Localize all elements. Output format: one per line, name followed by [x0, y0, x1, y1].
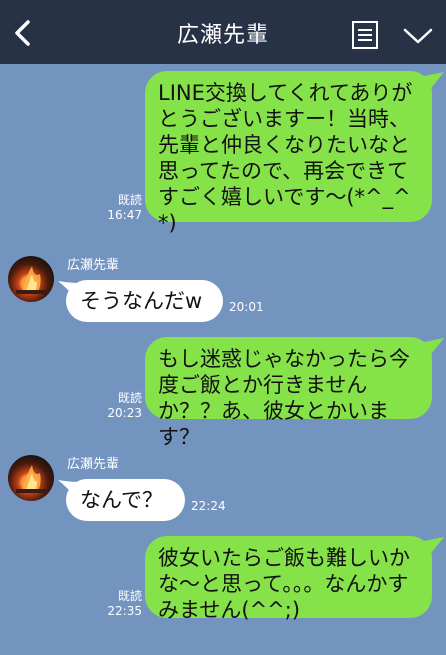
message-time: 16:47 — [107, 208, 142, 222]
message-bubble[interactable]: LINE交換してくれてありがとうございますー！当時、先輩と仲良くなりたいなと思っ… — [145, 71, 432, 235]
notes-menu-icon[interactable] — [351, 20, 379, 50]
read-receipt: 既読 — [117, 391, 142, 405]
sender-name: 広瀬先輩 — [67, 258, 120, 273]
message-time: 22:35 — [107, 604, 142, 618]
avatar-image — [16, 465, 46, 493]
chat-header: 広瀬先輩 — [0, 0, 446, 64]
read-receipt: 既読 — [117, 193, 142, 207]
message-bubble[interactable]: 彼女いたらご飯も難しいかな〜と思って。。。なんかすみません(^^;) — [145, 536, 432, 622]
message-meta: 既読 20:23 — [100, 391, 142, 421]
chat-title: 広瀬先輩 — [176, 23, 269, 48]
message-bubble[interactable]: そうなんだw — [66, 280, 223, 322]
sender-name: 広瀬先輩 — [67, 457, 120, 472]
message-bubble[interactable]: なんで？ — [66, 479, 185, 521]
read-receipt: 既読 — [117, 589, 142, 603]
avatar[interactable] — [8, 455, 54, 501]
message-meta: 既読 16:47 — [100, 193, 142, 223]
avatar-image — [16, 266, 46, 294]
message-time: 20:23 — [107, 406, 142, 420]
message-time: 22:24 — [191, 499, 226, 513]
message-time: 20:01 — [229, 300, 264, 314]
chevron-down-icon[interactable] — [403, 27, 433, 45]
avatar[interactable] — [8, 256, 54, 302]
message-bubble[interactable]: もし迷惑じゃなかったら今度ご飯とか行きませんか？？あ、彼女とかいます？ — [145, 337, 432, 449]
message-meta: 既読 22:35 — [100, 589, 142, 619]
